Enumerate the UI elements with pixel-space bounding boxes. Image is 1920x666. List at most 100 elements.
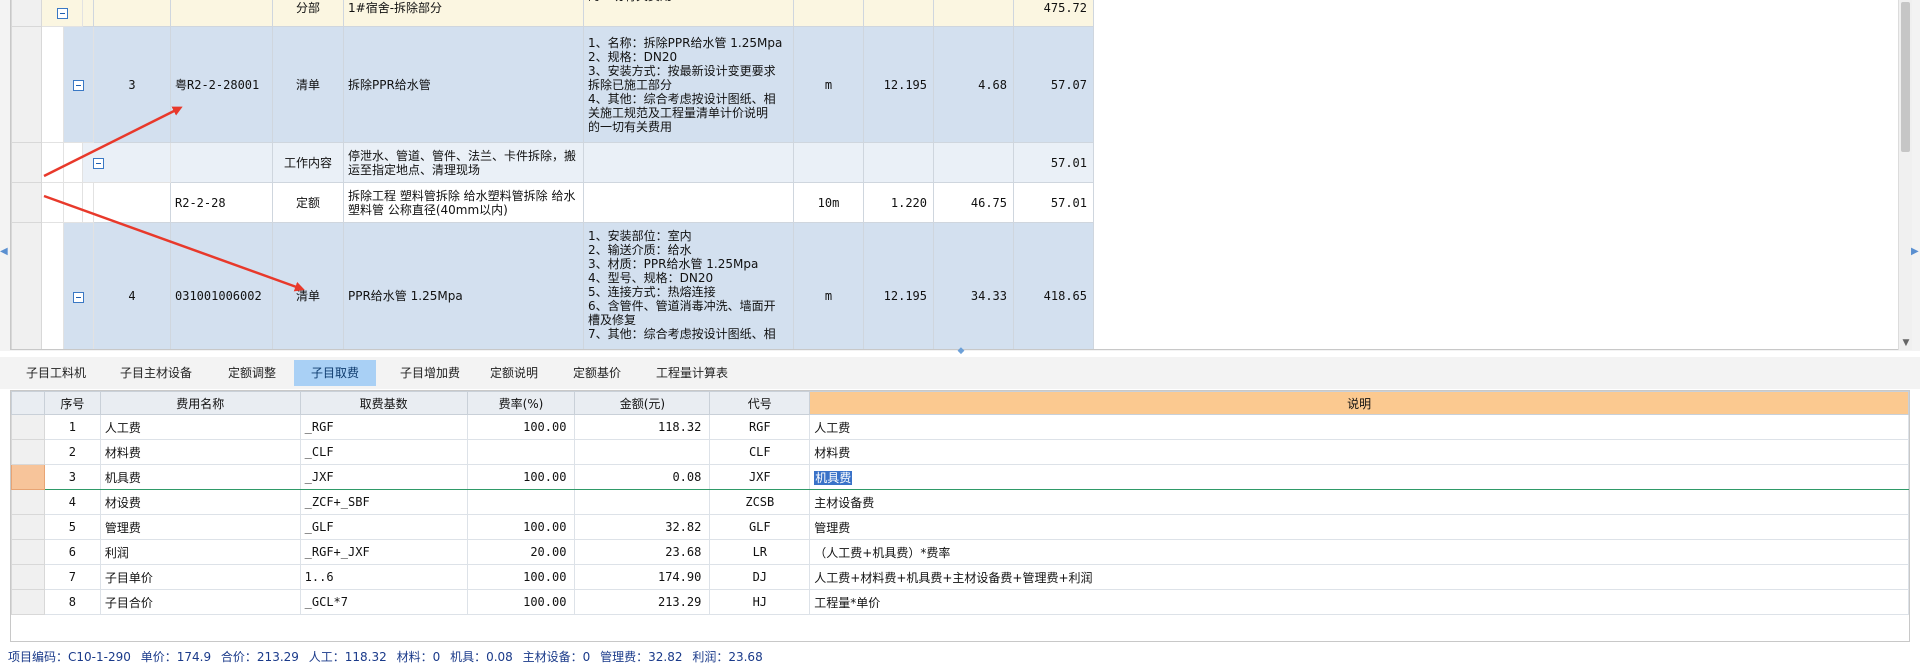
tab-labor-materials[interactable]: 子目工料机 (14, 360, 98, 386)
row-indicator[interactable] (11, 142, 42, 183)
cell-fee-base[interactable]: _JXF (299, 464, 468, 490)
header-desc[interactable]: 说明 (809, 391, 1909, 415)
cell-no[interactable]: 2 (43, 439, 101, 465)
cell-no[interactable]: 3 (43, 464, 101, 490)
row-indicator[interactable] (11, 222, 42, 349)
cell-desc[interactable]: （人工费+机具费）*费率 (809, 539, 1909, 565)
cell-rate[interactable]: 100.00 (466, 414, 576, 440)
row-indicator[interactable] (11, 514, 45, 540)
scrollbar-thumb[interactable] (1901, 2, 1910, 152)
selected-text[interactable]: 机具费 (814, 470, 853, 485)
cell-desc[interactable]: 材料费 (809, 439, 1909, 465)
cell-fee-name[interactable]: 材设费 (99, 489, 301, 515)
collapse-bill-item-icon[interactable] (73, 291, 84, 303)
vertical-scrollbar[interactable]: ▼ (1898, 0, 1912, 350)
cell-fee-name[interactable]: 利润 (99, 539, 301, 565)
row-indicator[interactable] (11, 589, 45, 615)
header-no[interactable]: 序号 (43, 391, 101, 415)
cell-fee-base[interactable]: _RGF (299, 414, 468, 440)
row-indicator[interactable] (11, 564, 45, 590)
cell-code[interactable]: DJ (709, 564, 811, 590)
table-row-bill-item[interactable]: 4 031001006002 清单 PPR给水管 1.25Mpa 1、安装部位：… (11, 222, 1874, 349)
cell-fee-base[interactable]: _GCL*7 (299, 589, 468, 615)
table-row-work-content[interactable]: 工作内容 停泄水、管道、管件、法兰、卡件拆除，搬运至指定地点、清理现场 57.0… (11, 142, 1874, 183)
cell-desc[interactable]: 管理费 (809, 514, 1909, 540)
cell-rate[interactable] (466, 439, 576, 465)
cell-amount[interactable]: 23.68 (574, 539, 711, 565)
tab-quota-notes[interactable]: 定额说明 (486, 360, 542, 386)
cell-fee-base[interactable]: _RGF+_JXF (299, 539, 468, 565)
row-indicator[interactable] (11, 489, 45, 515)
cell-amount[interactable]: 118.32 (574, 414, 711, 440)
cell-code[interactable]: HJ (709, 589, 811, 615)
cell-no[interactable]: 5 (43, 514, 101, 540)
table-row-bill-item[interactable]: 3 粤R2-2-28001 清单 拆除PPR给水管 1、名称：拆除PPR给水管 … (11, 26, 1874, 143)
fee-row[interactable]: 1 人工费 _RGF 100.00 118.32 RGF 人工费 (11, 414, 1909, 440)
header-amount[interactable]: 金额(元) (574, 391, 711, 415)
cell-amount[interactable]: 174.90 (574, 564, 711, 590)
cell-rate[interactable]: 100.00 (466, 564, 576, 590)
fee-grid[interactable]: 序号 费用名称 取费基数 费率(%) 金额(元) 代号 说明 1 人工费 _RGF 1… (10, 390, 1910, 642)
cell-fee-name[interactable]: 子目合价 (99, 589, 301, 615)
fee-row[interactable]: 7 子目单价 1..6 100.00 174.90 DJ 人工费+材料费+机具费+主材设备费… (11, 564, 1909, 590)
row-indicator[interactable] (11, 539, 45, 565)
cell-code[interactable]: GLF (709, 514, 811, 540)
fee-row[interactable]: 4 材设费 _ZCF+_SBF ZCSB 主材设备费 (11, 489, 1909, 515)
tab-item-fees[interactable]: 子目取费 (294, 360, 376, 386)
fee-row[interactable]: 8 子目合价 _GCL*7 100.00 213.29 HJ 工程量*单价 (11, 589, 1909, 615)
cell-fee-name[interactable]: 机具费 (99, 464, 301, 490)
collapse-bill-item-icon[interactable] (73, 79, 84, 91)
table-row-quota[interactable]: R2-2-28 定额 拆除工程 塑料管拆除 给水塑料管拆除 给水塑料管 公称直径… (11, 182, 1874, 223)
row-indicator[interactable] (11, 414, 45, 440)
table-row-division[interactable]: 分部 1#宿舍-拆除部分 的一切有关费用 475.72 (11, 0, 1874, 27)
tab-quantity-calc[interactable]: 工程量计算表 (648, 360, 736, 386)
collapse-right-icon[interactable]: ▶ (1911, 244, 1919, 260)
row-indicator[interactable] (11, 439, 45, 465)
cell-rate[interactable]: 100.00 (466, 589, 576, 615)
cell-amount[interactable]: 32.82 (574, 514, 711, 540)
cell-desc[interactable]: 主材设备费 (809, 489, 1909, 515)
cell-no[interactable]: 1 (43, 414, 101, 440)
cell-code[interactable]: JXF (709, 464, 811, 490)
cell-code[interactable]: RGF (709, 414, 811, 440)
cell-no[interactable]: 8 (43, 589, 101, 615)
cell-no[interactable]: 6 (43, 539, 101, 565)
fee-row[interactable]: 3 机具费 _JXF 100.00 0.08 JXF 机具费 (11, 464, 1909, 490)
cell-amount[interactable] (574, 489, 711, 515)
tab-quota-base-price[interactable]: 定额基价 (566, 360, 628, 386)
tab-quota-adjust[interactable]: 定额调整 (212, 360, 292, 386)
cell-amount[interactable] (574, 439, 711, 465)
cell-no[interactable]: 4 (43, 489, 101, 515)
collapse-work-content-icon[interactable] (93, 157, 104, 169)
cell-rate[interactable]: 20.00 (466, 539, 576, 565)
cell-desc[interactable]: 人工费 (809, 414, 1909, 440)
cell-fee-name[interactable]: 子目单价 (99, 564, 301, 590)
row-indicator[interactable] (11, 182, 42, 223)
row-indicator[interactable] (11, 26, 42, 143)
fee-row[interactable]: 5 管理费 _GLF 100.00 32.82 GLF 管理费 (11, 514, 1909, 540)
header-rate[interactable]: 费率(%) (466, 391, 576, 415)
cell-fee-name[interactable]: 人工费 (99, 414, 301, 440)
header-base[interactable]: 取费基数 (299, 391, 468, 415)
cell-code[interactable]: CLF (709, 439, 811, 465)
cell-fee-base[interactable]: 1..6 (299, 564, 468, 590)
cell-fee-base[interactable]: _ZCF+_SBF (299, 489, 468, 515)
cell-amount[interactable]: 0.08 (574, 464, 711, 490)
cell-no[interactable]: 7 (43, 564, 101, 590)
cell-rate[interactable]: 100.00 (466, 464, 576, 490)
cell-fee-base[interactable]: _CLF (299, 439, 468, 465)
row-indicator[interactable] (11, 464, 45, 490)
bill-grid[interactable]: 分部 1#宿舍-拆除部分 的一切有关费用 475.72 3 粤R2-2-2800… (10, 0, 1910, 350)
collapse-division-icon[interactable] (56, 8, 68, 19)
cell-amount[interactable]: 213.29 (574, 589, 711, 615)
header-name[interactable]: 费用名称 (99, 391, 301, 415)
splitter-handle-icon[interactable]: ◆ (954, 347, 968, 356)
tab-extra-fees[interactable]: 子目增加费 (380, 360, 480, 386)
row-indicator[interactable] (11, 0, 42, 27)
cell-rate[interactable] (466, 489, 576, 515)
collapse-left-icon[interactable]: ◀ (0, 244, 8, 260)
cell-desc[interactable]: 机具费 (809, 464, 1909, 490)
cell-fee-base[interactable]: _GLF (299, 514, 468, 540)
header-code[interactable]: 代号 (709, 391, 811, 415)
fee-row[interactable]: 2 材料费 _CLF CLF 材料费 (11, 439, 1909, 465)
